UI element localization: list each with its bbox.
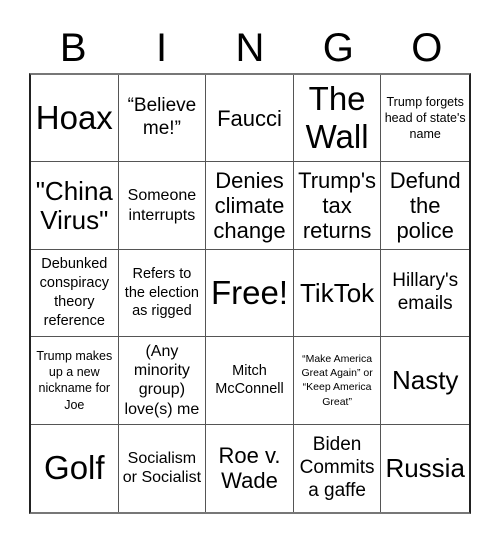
bingo-cell[interactable]: TikTok <box>293 249 382 338</box>
bingo-cell[interactable]: Faucci <box>206 75 294 163</box>
bingo-cell[interactable]: Russia <box>381 425 469 512</box>
bingo-cell[interactable]: (Any minority group) love(s) me <box>118 337 207 425</box>
bingo-cell[interactable]: The Wall <box>293 75 382 163</box>
bingo-cell[interactable]: Socialism or Socialist <box>119 424 207 512</box>
bingo-cell[interactable]: Nasty <box>381 337 469 425</box>
bingo-cell[interactable]: Hillary's emails <box>381 250 469 338</box>
bingo-cell[interactable]: Mitch McConnell <box>206 337 294 425</box>
header-letter-o: O <box>411 26 443 70</box>
bingo-cell[interactable]: Golf <box>31 424 119 512</box>
bingo-cell[interactable]: “Believe me!” <box>118 75 207 163</box>
free-space-cell[interactable]: Free! <box>206 249 294 338</box>
bingo-cell[interactable]: Trump forgets head of state's name <box>381 75 469 163</box>
bingo-cell[interactable]: Defund the police <box>381 162 469 250</box>
bingo-cell[interactable]: Trump's tax returns <box>293 162 382 250</box>
header-letter-i: I <box>156 26 168 70</box>
header-letter-g: G <box>322 26 354 70</box>
bingo-cell[interactable]: Denies climate change <box>206 162 294 250</box>
bingo-cell[interactable]: “Make America Great Again” or “Keep Amer… <box>293 337 382 425</box>
bingo-cell[interactable]: Refers to the election as rigged <box>118 249 207 338</box>
bingo-cell[interactable]: Someone interrupts <box>118 162 207 250</box>
bingo-cell[interactable]: Debunked conspiracy theory reference <box>31 249 119 338</box>
bingo-cell[interactable]: Roe v. Wade <box>206 424 294 512</box>
bingo-cell[interactable]: Trump makes up a new nickname for Joe <box>31 337 119 425</box>
header-letter-n: N <box>235 26 265 70</box>
bingo-cell[interactable]: Biden Commits a gaffe <box>294 424 382 512</box>
header-letter-b: B <box>59 26 87 70</box>
bingo-cell[interactable]: Hoax <box>31 75 119 163</box>
bingo-cell[interactable]: "China Virus" <box>31 162 119 250</box>
bingo-grid: Hoax “Believe me!” Faucci The Wall Trump… <box>29 73 471 514</box>
bingo-header: B I N G O <box>29 24 471 72</box>
